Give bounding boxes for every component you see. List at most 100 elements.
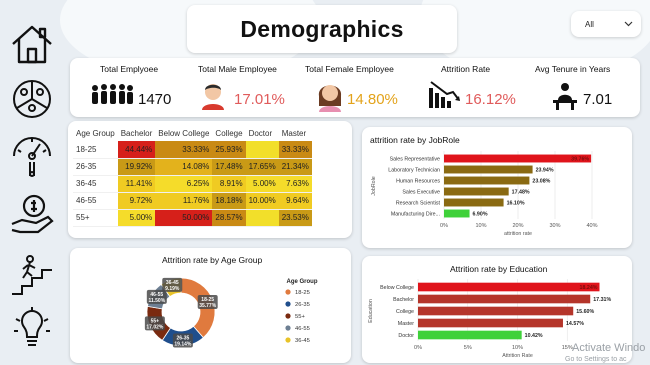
table-row: 36-45 11.41% 6.25% 8.91% 5.00% 7.63%	[73, 175, 312, 193]
table-cell: 8.91%	[212, 175, 246, 193]
category-label: Bachelor	[393, 297, 414, 303]
bar[interactable]	[444, 165, 533, 174]
table-cell: 10.00%	[245, 192, 279, 210]
pie-chart-people-icon[interactable]	[8, 75, 56, 123]
data-label: 17.48%	[512, 190, 530, 196]
filter-dropdown[interactable]: All	[571, 11, 641, 37]
column-header[interactable]: Master	[279, 125, 312, 141]
desk-worker-icon	[553, 83, 577, 110]
slice-label: 36-459.19%	[162, 277, 183, 292]
category-label: Research Scientist	[396, 201, 441, 207]
bar[interactable]	[444, 209, 470, 218]
bar[interactable]	[444, 176, 530, 185]
kpi-female-employee: Total Female Employee 14.80%	[305, 58, 425, 117]
age-education-table: Age Group Bachelor Below College College…	[73, 125, 312, 227]
x-tick-label: 5%	[464, 345, 472, 351]
column-header[interactable]: Doctor	[246, 125, 279, 141]
legend-swatch	[285, 313, 291, 319]
data-label: 23.94%	[536, 168, 554, 174]
category-label: Doctor	[398, 333, 414, 339]
category-label: Below College	[380, 285, 414, 291]
decline-chart-icon	[429, 81, 460, 108]
table-cell: 5.00%	[245, 175, 279, 193]
data-label: 16.10%	[507, 201, 525, 207]
kpi-value: 17.01%	[234, 91, 285, 108]
bar[interactable]	[418, 294, 591, 304]
table-cell: 25.93%	[212, 141, 246, 159]
data-label: 6.90%	[473, 212, 488, 218]
data-label: 17.31%	[593, 297, 611, 303]
money-hand-icon[interactable]	[8, 190, 56, 238]
table-cell: 14.08%	[155, 158, 213, 176]
row-label: 46-55	[73, 192, 118, 210]
bar[interactable]	[444, 154, 592, 163]
table-cell: 21.34%	[278, 158, 312, 176]
bar[interactable]	[444, 187, 509, 196]
legend-label[interactable]: 55+	[295, 314, 305, 320]
bar[interactable]	[418, 318, 563, 328]
kpi-value: 7.01	[583, 91, 613, 108]
x-tick-label: 0%	[440, 223, 448, 229]
sidebar-nav	[0, 0, 62, 365]
category-label: Human Resources	[396, 179, 440, 185]
category-label: Master	[398, 321, 414, 327]
career-ladder-icon[interactable]	[8, 250, 56, 298]
kpi-value: 1470	[138, 91, 172, 108]
bar[interactable]	[418, 306, 574, 316]
row-label: 36-45	[73, 175, 118, 193]
column-header[interactable]: Bachelor	[118, 125, 156, 141]
table-row: 55+ 5.00% 50.00% 28.57% 23.53%	[73, 209, 312, 227]
kpi-title: Total Female Employee	[305, 64, 394, 74]
bar[interactable]	[418, 330, 522, 340]
kpi-title: Avg Tenure in Years	[535, 64, 611, 74]
table-cell: 7.63%	[278, 175, 312, 193]
column-header[interactable]: Below College	[155, 125, 212, 141]
column-header[interactable]: Age Group	[73, 125, 118, 141]
kpi-value: 14.80%	[347, 91, 398, 108]
windows-activation-watermark: Activate Windo	[572, 342, 646, 354]
gauge-icon[interactable]	[8, 130, 56, 178]
x-tick-label: 0%	[414, 345, 422, 351]
y-axis-label: Education	[368, 299, 374, 323]
table-cell: 28.57%	[212, 209, 246, 227]
table-cell: 17.48%	[212, 158, 246, 176]
legend-title: Age Group	[287, 279, 318, 285]
data-label: 10.42%	[525, 333, 543, 339]
slice-label-value: 17.02%	[146, 324, 164, 330]
column-header[interactable]: College	[212, 125, 245, 141]
legend-label[interactable]: 36-45	[295, 338, 310, 344]
bar[interactable]	[418, 282, 600, 292]
table-cell: 23.53%	[278, 209, 312, 227]
slice-label-value: 11.50%	[148, 298, 165, 304]
table-cell: 33.33%	[278, 141, 312, 159]
slice-label-value: 19.14%	[174, 341, 192, 347]
legend-label[interactable]: 26-35	[295, 302, 310, 308]
x-tick-label: 30%	[549, 223, 560, 229]
kpi-title: Total Male Employee	[198, 64, 277, 74]
slice-label: 18-2535.77%	[197, 295, 218, 310]
table-cell	[245, 141, 279, 159]
table-cell: 17.65%	[245, 158, 279, 176]
bar[interactable]	[444, 198, 504, 207]
kpi-avg-tenure: Avg Tenure in Years 7.01	[535, 58, 640, 117]
page-title-card: Demographics	[187, 5, 457, 53]
category-label: Sales Executive	[402, 190, 440, 196]
home-icon[interactable]	[8, 20, 56, 68]
table-cell: 11.41%	[117, 175, 156, 193]
table-cell: 6.25%	[155, 175, 213, 193]
table-header-row: Age Group Bachelor Below College College…	[73, 125, 312, 141]
x-axis-label: Attrition Rate	[502, 353, 533, 359]
x-tick-label: 10%	[512, 345, 523, 351]
legend-label[interactable]: 46-55	[295, 326, 310, 332]
lightbulb-icon[interactable]	[8, 305, 56, 353]
age-group-donut-chart: 18-2535.77% 26-35 19.14% 55+ 17.02% 46-55 11.5…	[144, 277, 318, 348]
legend-swatch	[285, 301, 291, 307]
legend-swatch	[285, 337, 291, 343]
data-label: 15.60%	[576, 309, 594, 315]
table-cell	[245, 209, 279, 227]
legend-label[interactable]: 18-25	[295, 290, 310, 296]
table-cell: 5.00%	[117, 209, 156, 227]
row-label: 55+	[73, 209, 118, 227]
table-cell: 19.92%	[117, 158, 156, 176]
kpi-title: Total Emplyoee	[100, 64, 159, 74]
